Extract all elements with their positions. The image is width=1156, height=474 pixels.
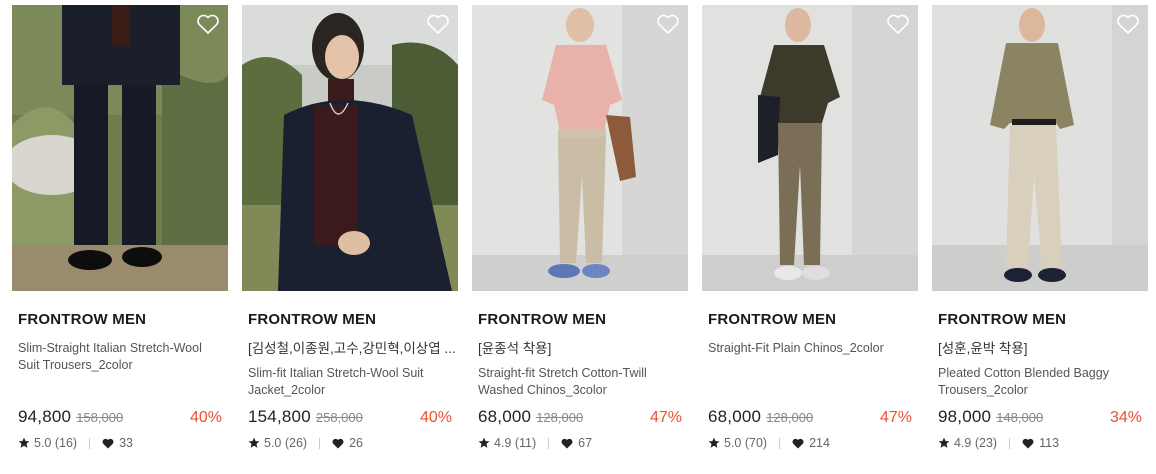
review-row: 5.0 (26) 26 <box>248 435 452 451</box>
product-name[interactable]: Pleated Cotton Blended Baggy Trousers_2c… <box>932 365 1148 401</box>
product-subtitle[interactable]: [성훈,윤박 착용] <box>932 340 1148 357</box>
product-image[interactable] <box>242 5 458 291</box>
heart-outline-icon <box>1117 14 1139 34</box>
price-row: 154,800 258,000 40% <box>248 407 452 427</box>
original-price: 128,000 <box>766 410 814 425</box>
product-photo <box>472 5 688 291</box>
product-name[interactable]: Slim-Straight Italian Stretch-Wool Suit … <box>12 340 228 376</box>
product-photo <box>12 5 228 291</box>
price-row: 98,000 148,000 34% <box>938 407 1142 427</box>
wishlist-button[interactable] <box>886 13 910 35</box>
star-icon <box>708 437 720 448</box>
star-icon <box>938 437 950 448</box>
star-icon <box>18 437 30 448</box>
like-count: 26 <box>349 436 363 450</box>
product-card[interactable]: FRONTROW MEN [윤종석 착용] Straight-fit Stret… <box>472 5 688 465</box>
discount-rate: 40% <box>189 409 222 426</box>
product-card[interactable]: FRONTROW MEN [김성철,이종원,고수,강민혁,이상엽 ... Sli… <box>242 5 458 465</box>
original-price: 158,000 <box>76 410 124 425</box>
heart-icon <box>102 438 114 448</box>
rating-text: 5.0 (26) <box>264 436 308 450</box>
review-row: 5.0 (70) 214 <box>708 435 912 451</box>
product-photo <box>932 5 1148 291</box>
price-row: 68,000 128,000 47% <box>708 407 912 427</box>
wishlist-button[interactable] <box>196 13 220 35</box>
divider <box>1009 437 1011 449</box>
like-count: 67 <box>578 436 593 450</box>
review-row: 5.0 (16) 33 <box>18 435 222 451</box>
star-icon <box>248 437 260 448</box>
heart-icon <box>1022 438 1034 448</box>
like-count: 214 <box>809 436 830 450</box>
divider <box>779 437 781 449</box>
product-card[interactable]: FRONTROW MEN Straight-Fit Plain Chinos_2… <box>702 5 918 465</box>
brand-name[interactable]: FRONTROW MEN <box>242 311 458 329</box>
rating-text: 4.9 (23) <box>954 436 998 450</box>
sale-price: 94,800 <box>18 407 72 426</box>
wishlist-button[interactable] <box>656 13 680 35</box>
price-row: 68,000 128,000 47% <box>478 407 682 427</box>
sale-price: 68,000 <box>478 407 532 426</box>
product-name[interactable]: Slim-fit Italian Stretch-Wool Suit Jacke… <box>242 365 458 401</box>
product-photo <box>242 5 458 291</box>
rating-text: 5.0 (16) <box>34 436 78 450</box>
product-name[interactable]: Straight-Fit Plain Chinos_2color <box>702 340 918 376</box>
rating-text: 5.0 (70) <box>724 436 768 450</box>
brand-name[interactable]: FRONTROW MEN <box>472 311 688 329</box>
star-icon <box>478 437 490 448</box>
heart-outline-icon <box>887 14 909 34</box>
like-count: 113 <box>1039 436 1060 450</box>
heart-icon <box>561 438 573 448</box>
review-row: 4.9 (23) 113 <box>938 435 1142 451</box>
wishlist-button[interactable] <box>1116 13 1140 35</box>
product-card[interactable]: FRONTROW MEN [성훈,윤박 착용] Pleated Cotton B… <box>932 5 1148 465</box>
product-card[interactable]: FRONTROW MEN Slim-Straight Italian Stret… <box>12 5 228 465</box>
rating-text: 4.9 (11) <box>494 436 537 450</box>
sale-price: 154,800 <box>248 407 311 426</box>
product-subtitle[interactable]: [윤종석 착용] <box>472 340 688 357</box>
sale-price: 98,000 <box>938 407 992 426</box>
product-image[interactable] <box>12 5 228 291</box>
product-image[interactable] <box>472 5 688 291</box>
discount-rate: 47% <box>649 409 682 426</box>
divider <box>319 437 321 449</box>
heart-outline-icon <box>427 14 449 34</box>
discount-rate: 47% <box>879 409 912 426</box>
product-grid: FRONTROW MEN Slim-Straight Italian Stret… <box>0 0 1156 474</box>
divider <box>548 437 550 449</box>
review-row: 4.9 (11) 67 <box>478 435 682 451</box>
price-row: 94,800 158,000 40% <box>18 407 222 427</box>
product-subtitle[interactable]: [김성철,이종원,고수,강민혁,이상엽 ... <box>242 340 458 357</box>
brand-name[interactable]: FRONTROW MEN <box>12 311 228 329</box>
divider <box>89 437 91 449</box>
product-image[interactable] <box>932 5 1148 291</box>
brand-name[interactable]: FRONTROW MEN <box>932 311 1148 329</box>
heart-outline-icon <box>197 14 219 34</box>
sale-price: 68,000 <box>708 407 762 426</box>
wishlist-button[interactable] <box>426 13 450 35</box>
heart-icon <box>792 438 804 448</box>
heart-icon <box>332 438 344 448</box>
brand-name[interactable]: FRONTROW MEN <box>702 311 918 329</box>
heart-outline-icon <box>657 14 679 34</box>
product-image[interactable] <box>702 5 918 291</box>
discount-rate: 40% <box>419 409 452 426</box>
original-price: 148,000 <box>996 410 1044 425</box>
product-photo <box>702 5 918 291</box>
product-name[interactable]: Straight-fit Stretch Cotton-Twill Washed… <box>472 365 688 401</box>
original-price: 258,000 <box>315 410 363 425</box>
original-price: 128,000 <box>536 410 584 425</box>
discount-rate: 34% <box>1109 409 1142 426</box>
like-count: 33 <box>119 436 133 450</box>
